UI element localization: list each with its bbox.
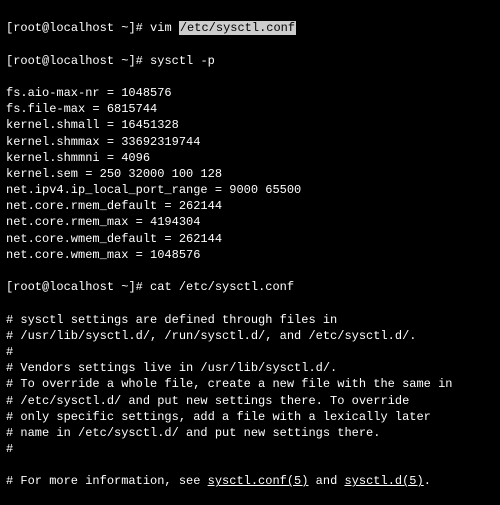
comment-line: # /etc/sysctl.d/ and put new settings th…	[6, 393, 494, 409]
output-line: net.core.rmem_default = 262144	[6, 198, 494, 214]
cmd-vim: vim	[150, 21, 172, 35]
cmd-sysctl: sysctl -p	[150, 54, 215, 68]
output-line: net.core.wmem_default = 262144	[6, 231, 494, 247]
terminal-window[interactable]: [root@localhost ~]# vim /etc/sysctl.conf…	[0, 0, 500, 505]
comment-line: # only specific settings, add a file wit…	[6, 409, 494, 425]
line-vim: [root@localhost ~]# vim /etc/sysctl.conf	[6, 20, 494, 36]
comment-line: # Vendors settings live in /usr/lib/sysc…	[6, 360, 494, 376]
comment-line: #	[6, 344, 494, 360]
comment-line: # sysctl settings are defined through fi…	[6, 312, 494, 328]
sysctl-output: fs.aio-max-nr = 1048576fs.file-max = 681…	[6, 85, 494, 263]
cmd-cat: cat /etc/sysctl.conf	[150, 280, 294, 294]
output-line: net.core.wmem_max = 1048576	[6, 247, 494, 263]
output-line: kernel.shmall = 16451328	[6, 117, 494, 133]
comment-line: #	[6, 441, 494, 457]
catfile-comments: # sysctl settings are defined through fi…	[6, 312, 494, 458]
output-line: kernel.shmmax = 33692319744	[6, 134, 494, 150]
output-line: net.core.rmem_max = 4194304	[6, 214, 494, 230]
output-line: kernel.sem = 250 32000 100 128	[6, 166, 494, 182]
arg-file: /etc/sysctl.conf	[179, 21, 296, 35]
comment-line: # name in /etc/sysctl.d/ and put new set…	[6, 425, 494, 441]
comment-line: # To override a whole file, create a new…	[6, 376, 494, 392]
line-sysctl: [root@localhost ~]# sysctl -p	[6, 53, 494, 69]
line-cat: [root@localhost ~]# cat /etc/sysctl.conf	[6, 279, 494, 295]
output-line: fs.aio-max-nr = 1048576	[6, 85, 494, 101]
output-line: net.ipv4.ip_local_port_range = 9000 6550…	[6, 182, 494, 198]
comment-line: # /usr/lib/sysctl.d/, /run/sysctl.d/, an…	[6, 328, 494, 344]
output-line: fs.file-max = 6815744	[6, 101, 494, 117]
moreinfo-line: # For more information, see sysctl.conf(…	[6, 473, 494, 489]
output-line: kernel.shmmni = 4096	[6, 150, 494, 166]
